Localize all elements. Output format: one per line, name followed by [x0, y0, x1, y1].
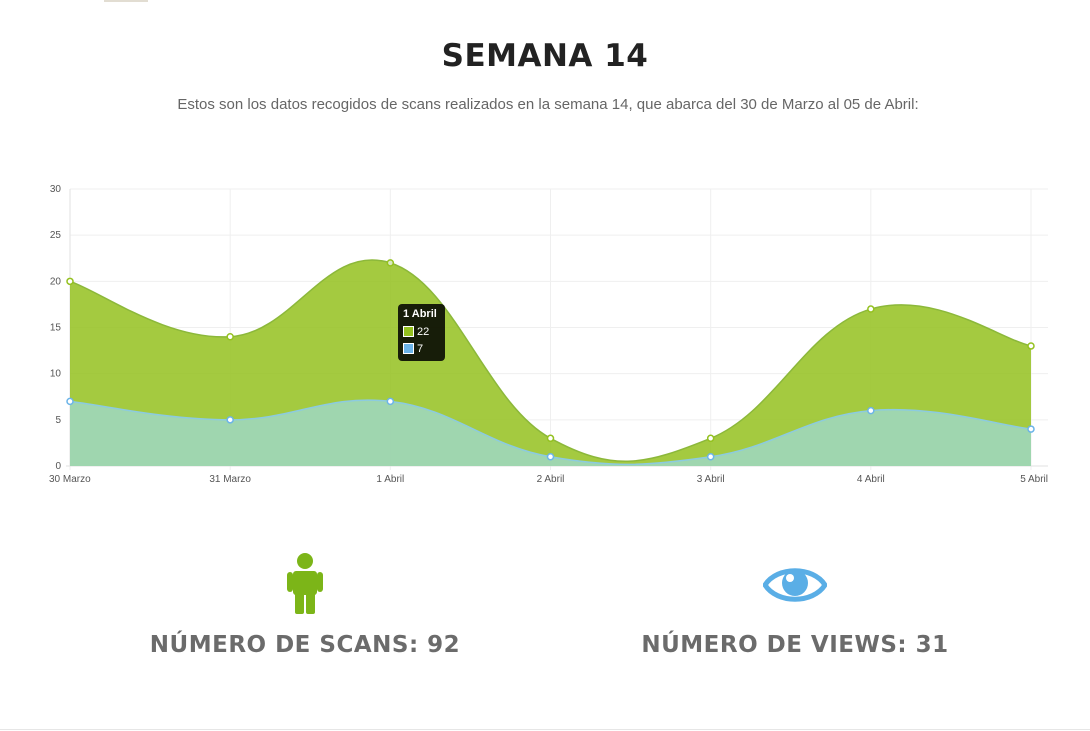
y-tick-label: 10 [50, 369, 62, 380]
series-views-point [386, 397, 395, 406]
series-views-point [706, 453, 715, 461]
tooltip-row-scans: 22 [403, 323, 440, 340]
x-tick-label: 3 Abril [697, 474, 725, 485]
y-tick-label: 0 [55, 461, 61, 472]
scans-count-label: NÚMERO DE SCANS: 92 [149, 632, 461, 658]
page-title: SEMANA 14 [441, 38, 649, 74]
tooltip-row-views: 7 [403, 340, 440, 357]
series-scans-point [1027, 342, 1035, 350]
y-tick-label: 15 [50, 323, 62, 334]
x-tick-label: 1 Abril [376, 474, 404, 485]
person-icon [95, 552, 515, 618]
scans-stat: NÚMERO DE SCANS: 92 [95, 552, 515, 658]
page-subtitle: Estos son los datos recogidos de scans r… [177, 96, 919, 113]
series-views-point [1027, 425, 1035, 433]
top-tab-fragment [104, 0, 148, 2]
series-views-point [226, 416, 234, 424]
tooltip-swatch-scans [403, 326, 414, 337]
tooltip-value-views: 7 [417, 342, 424, 355]
views-count-label: NÚMERO DE VIEWS: 31 [641, 632, 949, 658]
chart-tooltip: 1 Abril 22 7 [398, 304, 445, 361]
series-views-point [546, 453, 555, 461]
tooltip-value-scans: 22 [417, 325, 430, 338]
y-tick-label: 25 [50, 230, 62, 241]
series-scans-point [706, 434, 715, 443]
series-views-point [66, 397, 74, 406]
area-chart: 0 5 10 15 20 25 30 30 Marzo 31 Marzo 1 Abril 2 Abr… [49, 184, 1048, 485]
views-stat: NÚMERO DE VIEWS: 31 [585, 552, 1005, 658]
y-tick-label: 30 [50, 184, 62, 195]
tooltip-swatch-views [403, 343, 414, 354]
x-tick-label: 30 Marzo [49, 474, 91, 485]
y-tick-label: 5 [55, 415, 61, 426]
bottom-divider [0, 729, 1090, 730]
x-tick-label: 5 Abril [1020, 474, 1048, 485]
series-scans-point [66, 277, 74, 286]
x-tick-label: 4 Abril [857, 474, 885, 485]
series-views-point [867, 406, 875, 415]
series-scans-point [386, 259, 395, 267]
y-tick-label: 20 [50, 276, 62, 287]
series-scans-point [867, 305, 875, 313]
x-tick-label: 31 Marzo [209, 474, 251, 485]
x-tick-label: 2 Abril [537, 474, 565, 485]
tooltip-title: 1 Abril [403, 308, 437, 320]
eye-icon [585, 552, 1005, 618]
series-scans-point [226, 332, 234, 341]
series-scans-point [546, 434, 555, 443]
